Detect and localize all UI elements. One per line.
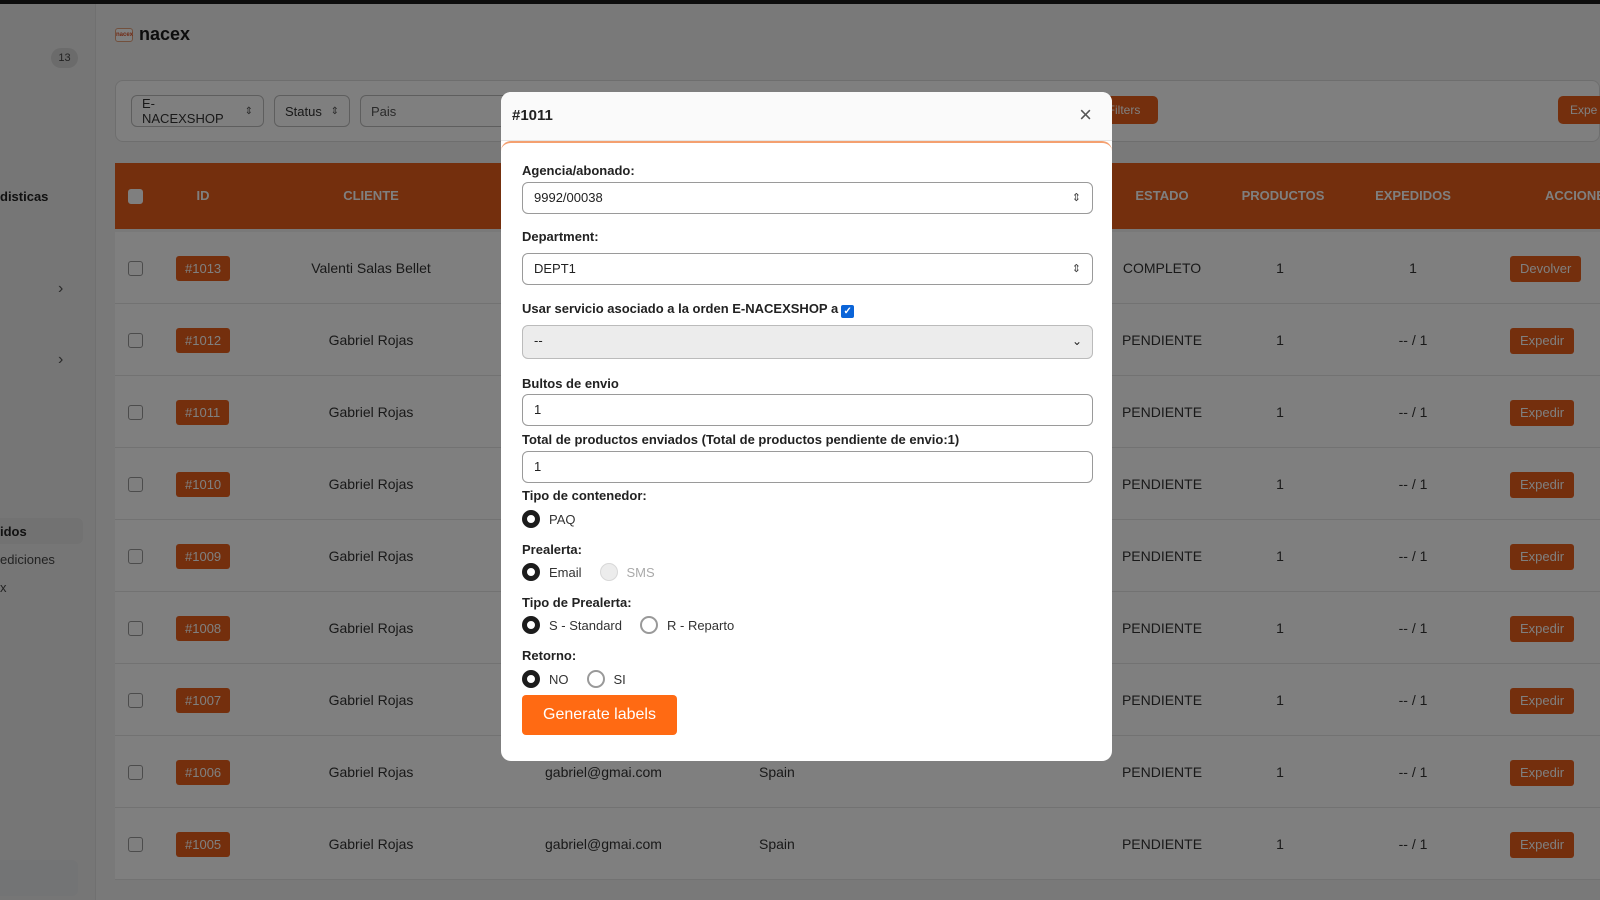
- generate-labels-button[interactable]: Generate labels: [522, 695, 677, 735]
- radio-no-label: NO: [549, 671, 569, 687]
- agencia-label: Agencia/abonado:: [522, 163, 635, 178]
- radio-si[interactable]: [586, 670, 605, 688]
- contenedor-radio-group: PAQ: [522, 510, 594, 528]
- tipo-prealerta-radio-group: S - Standard R - Reparto: [522, 616, 752, 634]
- shipment-modal: #1011 × Agencia/abonado: 9992/00038 ⇕ De…: [501, 92, 1112, 761]
- modal-header: #1011 ×: [501, 92, 1112, 141]
- department-value: DEPT1: [534, 261, 576, 276]
- servicio-checkbox[interactable]: ✓: [841, 305, 855, 318]
- department-select[interactable]: DEPT1 ⇕: [522, 253, 1093, 285]
- agencia-value: 9992/00038: [534, 190, 603, 205]
- retorno-radio-group: NO SI: [522, 670, 644, 688]
- bultos-label: Bultos de envio: [522, 376, 619, 391]
- bultos-input[interactable]: 1: [522, 394, 1093, 426]
- total-productos-label: Total de productos enviados (Total de pr…: [522, 432, 960, 447]
- radio-sms: [599, 563, 618, 581]
- servicio-select-value: --: [534, 333, 543, 348]
- modal-title: #1011: [512, 107, 553, 124]
- contenedor-label: Tipo de contenedor:: [522, 488, 647, 503]
- updown-icon: ⇕: [1071, 263, 1081, 275]
- prealerta-radio-group: Email SMS: [522, 563, 673, 581]
- servicio-select[interactable]: -- ⌄: [522, 325, 1093, 359]
- radio-standard-label: S - Standard: [549, 617, 622, 633]
- radio-standard[interactable]: [522, 616, 540, 634]
- chevron-down-icon: ⌄: [1071, 334, 1082, 348]
- updown-icon: ⇕: [1071, 192, 1081, 204]
- close-icon[interactable]: ×: [1079, 103, 1092, 127]
- radio-paq-label: PAQ: [549, 511, 576, 527]
- servicio-label: Usar servicio asociado a la orden E-NACE…: [522, 301, 855, 318]
- modal-body: Agencia/abonado: 9992/00038 ⇕ Department…: [501, 141, 1112, 761]
- radio-paq[interactable]: [522, 510, 540, 528]
- bultos-value: 1: [534, 402, 542, 417]
- radio-email[interactable]: [522, 563, 540, 581]
- servicio-label-text: Usar servicio asociado a la orden E-NACE…: [522, 301, 839, 316]
- radio-email-label: Email: [549, 564, 582, 580]
- total-productos-input[interactable]: 1: [522, 451, 1093, 483]
- total-productos-value: 1: [534, 459, 542, 474]
- tipo-prealerta-label: Tipo de Prealerta:: [522, 595, 632, 610]
- retorno-label: Retorno:: [522, 648, 577, 663]
- agencia-select[interactable]: 9992/00038 ⇕: [522, 182, 1093, 214]
- radio-si-label: SI: [613, 671, 626, 687]
- radio-no[interactable]: [522, 670, 540, 688]
- department-label: Department:: [522, 229, 599, 244]
- radio-reparto[interactable]: [640, 616, 658, 634]
- radio-reparto-label: R - Reparto: [667, 617, 735, 633]
- prealerta-label: Prealerta:: [522, 542, 582, 557]
- radio-sms-label: SMS: [626, 564, 655, 580]
